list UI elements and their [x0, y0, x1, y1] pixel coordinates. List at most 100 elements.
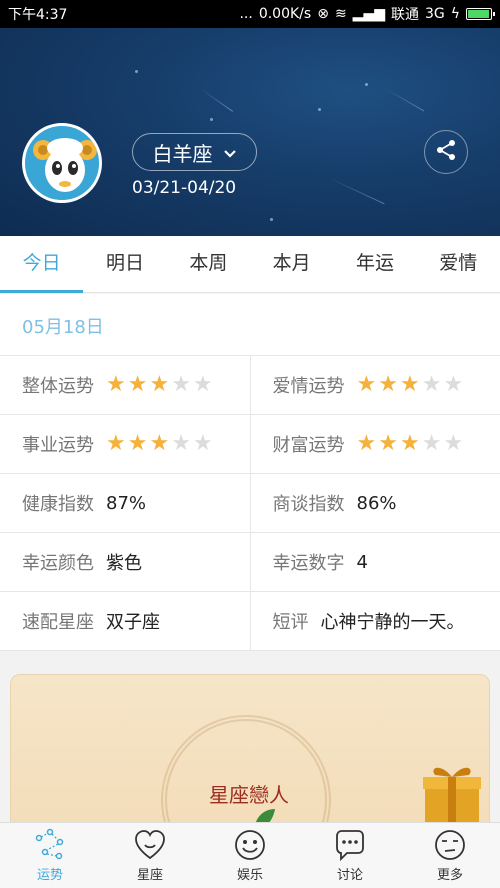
overall-fortune: 整体运势 ★ ★ ★ ★ ★: [0, 356, 250, 414]
carrier-name: 联通: [390, 7, 419, 23]
overall-fortune-stars: ★ ★ ★ ★ ★: [106, 374, 213, 396]
tab-month[interactable]: 本月: [250, 236, 333, 292]
nav-entertainment-label: 娱乐: [236, 868, 263, 883]
nav-sign[interactable]: 星座: [100, 823, 200, 888]
lucky-number-value: 4: [356, 551, 368, 573]
share-icon: [434, 138, 458, 166]
fortune-row: 幸运颜色 紫色 幸运数字 4: [0, 533, 500, 592]
promo-banner[interactable]: 星座戀人: [10, 674, 490, 834]
love-fortune: 爱情运势 ★ ★ ★ ★ ★: [249, 356, 500, 414]
charging-icon: ϟ: [450, 6, 460, 22]
nav-more[interactable]: 更多: [400, 823, 500, 888]
star-filled-icon: ★: [378, 431, 398, 456]
star-filled-icon: ★: [106, 431, 126, 456]
star-filled-icon: ★: [127, 431, 148, 456]
lucky-color: 幸运颜色 紫色: [0, 533, 250, 591]
nav-fortune[interactable]: 运势: [0, 823, 100, 888]
star-filled-icon: ★: [399, 431, 420, 456]
overall-fortune-label: 整体运势: [22, 376, 94, 397]
decor-star: [318, 108, 321, 111]
sign-name: 白羊座: [152, 141, 213, 166]
status-right: ... 0.00K/s ⊗ ≋ ▂▄▆ 联通 3G ϟ: [239, 4, 495, 24]
tab-today[interactable]: 今日: [0, 236, 84, 293]
date-row: 05月18日: [0, 294, 500, 356]
lucky-number: 幸运数字 4: [249, 533, 500, 591]
wealth-fortune: 财富运势 ★ ★ ★ ★ ★: [249, 415, 500, 473]
health-index: 健康指数 87%: [0, 474, 250, 532]
heart-face-icon: [135, 830, 165, 860]
decor-star: [365, 83, 368, 86]
decor-star: [210, 118, 213, 121]
short-comment-value: 心神宁静的一天。: [320, 612, 465, 633]
bottom-nav: 运势 星座 娱乐 讨论 更多: [0, 822, 500, 888]
star-empty-icon: ★: [192, 431, 213, 456]
nav-entertainment[interactable]: 娱乐: [200, 823, 300, 888]
nav-discussion[interactable]: 讨论: [300, 823, 400, 888]
fortune-grid: 整体运势 ★ ★ ★ ★ ★ 爱情运势 ★ ★ ★ ★ ★ 事业运势 ★ ★ ★ ★ ★ 财富运势 ★ ★…: [0, 356, 500, 651]
career-fortune-stars: ★ ★ ★ ★ ★: [106, 433, 213, 455]
network-speed: 0.00K/s: [258, 6, 312, 22]
tab-love[interactable]: 爱情: [417, 236, 500, 292]
nav-discussion-label: 讨论: [336, 868, 363, 883]
star-empty-icon: ★: [171, 431, 191, 456]
fortune-row: 事业运势 ★ ★ ★ ★ ★ 财富运势 ★ ★ ★ ★ ★: [0, 415, 500, 474]
negotiation-index-value: 86%: [356, 492, 397, 514]
star-filled-icon: ★: [106, 372, 126, 397]
share-button[interactable]: [424, 130, 468, 174]
star-filled-icon: ★: [127, 372, 148, 397]
star-empty-icon: ★: [421, 372, 442, 397]
smile-face-icon: [235, 830, 265, 860]
negotiation-index-label: 商谈指数: [272, 494, 345, 515]
fortune-row: 速配星座 双子座 短评 心神宁静的一天。: [0, 592, 500, 651]
negotiation-index: 商谈指数 86%: [249, 474, 500, 532]
nav-fortune-label: 运势: [36, 868, 63, 883]
sign-date-range: 03/21-04/20: [132, 178, 237, 198]
decor-streak: [199, 88, 234, 112]
decor-star: [135, 70, 138, 73]
signal-icon: ▂▄▆: [352, 6, 385, 22]
tab-tomorrow[interactable]: 明日: [83, 236, 166, 292]
star-empty-icon: ★: [421, 431, 442, 456]
career-fortune: 事业运势 ★ ★ ★ ★ ★: [0, 415, 250, 473]
status-bar: 下午4:37 ... 0.00K/s ⊗ ≋ ▂▄▆ 联通 3G ϟ: [0, 0, 500, 28]
fortune-row: 整体运势 ★ ★ ★ ★ ★ 爱情运势 ★ ★ ★ ★ ★: [0, 356, 500, 415]
decor-star: [270, 218, 273, 221]
lucky-color-value: 紫色: [106, 553, 142, 574]
constellation-icon: [35, 828, 64, 860]
current-date: 05月18日: [22, 317, 104, 338]
match-sign-label: 速配星座: [22, 612, 94, 633]
period-tabs: 今日 明日 本周 本月 年运 爱情: [0, 236, 500, 293]
tab-week[interactable]: 本周: [167, 236, 250, 292]
more-face-icon: [435, 830, 465, 860]
lucky-color-label: 幸运颜色: [22, 553, 94, 574]
chat-bubble-icon: [336, 830, 364, 862]
health-index-value: 87%: [106, 492, 147, 514]
sign-header: 白羊座 03/21-04/20: [0, 28, 500, 236]
sign-avatar[interactable]: [22, 123, 102, 203]
decor-streak: [384, 88, 425, 112]
star-empty-icon: ★: [443, 431, 464, 456]
match-sign-value: 双子座: [106, 612, 160, 633]
tab-year[interactable]: 年运: [333, 236, 416, 292]
alarm-off-icon: ⊗: [317, 6, 329, 22]
star-filled-icon: ★: [149, 431, 170, 456]
fortune-row: 健康指数 87% 商谈指数 86%: [0, 474, 500, 533]
star-filled-icon: ★: [378, 372, 398, 397]
wealth-fortune-stars: ★ ★ ★ ★ ★: [357, 433, 464, 455]
health-index-label: 健康指数: [22, 494, 94, 515]
chevron-down-icon: [223, 140, 237, 164]
short-comment: 短评 心神宁静的一天。: [249, 592, 500, 650]
banner-decor-ring: [161, 715, 331, 833]
banner-title: 星座戀人: [209, 783, 289, 807]
wealth-fortune-label: 财富运势: [272, 435, 345, 456]
nav-more-label: 更多: [436, 868, 463, 883]
short-comment-label: 短评: [272, 612, 309, 633]
status-time: 下午4:37: [8, 7, 68, 23]
star-empty-icon: ★: [192, 372, 213, 397]
network-type: 3G: [424, 6, 445, 22]
love-fortune-label: 爱情运势: [272, 376, 345, 397]
star-filled-icon: ★: [149, 372, 170, 397]
star-filled-icon: ★: [399, 372, 420, 397]
lucky-number-label: 幸运数字: [272, 553, 345, 574]
sign-selector[interactable]: 白羊座: [132, 133, 257, 171]
